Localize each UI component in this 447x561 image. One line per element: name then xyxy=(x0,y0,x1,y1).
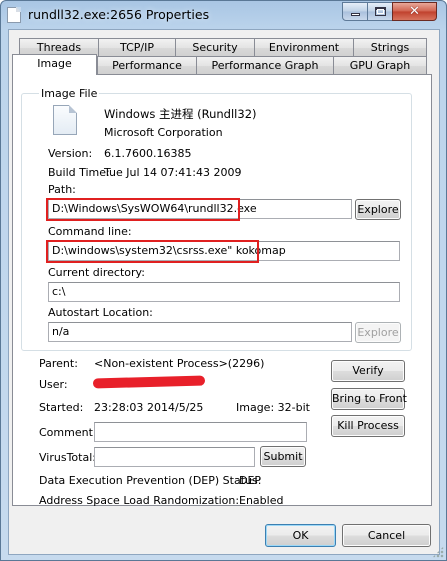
path-highlight xyxy=(46,198,240,221)
tab-performance-graph[interactable]: Performance Graph xyxy=(196,56,334,75)
path-label: Path: xyxy=(48,183,76,196)
tab-security[interactable]: Security xyxy=(175,38,255,57)
close-button[interactable]: ✕ xyxy=(392,2,437,21)
minimize-button[interactable] xyxy=(342,2,368,21)
title-bar[interactable]: rundll32.exe:2656 Properties ✕ xyxy=(1,1,446,29)
dep-status-value: DEP xyxy=(239,474,262,487)
started-time: 23:28:03 xyxy=(94,401,144,414)
app-icon xyxy=(7,7,21,23)
ok-button-label: OK xyxy=(292,529,309,542)
explore-button[interactable]: Explore xyxy=(355,199,401,220)
build-time-value: Tue Jul 14 07:41:43 2009 xyxy=(104,166,242,179)
tab-performance[interactable]: Performance xyxy=(97,56,197,75)
comment-label: Comment: xyxy=(39,426,97,439)
cancel-button[interactable]: Cancel xyxy=(342,524,431,547)
image-bitness: Image: 32-bit xyxy=(236,401,310,414)
maximize-button[interactable] xyxy=(367,2,393,21)
explore-button-label: Explore xyxy=(357,203,399,216)
dep-status-label: Data Execution Prevention (DEP) Status: xyxy=(39,474,262,487)
tab-image[interactable]: Image xyxy=(12,54,97,75)
current-directory-label: Current directory: xyxy=(48,266,145,279)
minimize-icon xyxy=(350,13,360,16)
autostart-location-field[interactable]: n/a xyxy=(48,322,352,342)
aslr-label: Address Space Load Randomization: xyxy=(39,494,240,507)
window-title: rundll32.exe:2656 Properties xyxy=(28,7,210,22)
virustotal-field xyxy=(94,447,255,467)
verify-button-label: Verify xyxy=(352,364,384,377)
image-file-group-label: Image File xyxy=(39,87,100,100)
command-line-label: Command line: xyxy=(48,225,132,238)
verify-button[interactable]: Verify xyxy=(331,360,405,382)
submit-button[interactable]: Submit xyxy=(260,446,306,467)
submit-button-label: Submit xyxy=(263,450,303,463)
close-icon: ✕ xyxy=(409,4,420,19)
cancel-button-label: Cancel xyxy=(367,529,406,542)
tab-environment[interactable]: Environment xyxy=(254,38,354,57)
image-company: Microsoft Corporation xyxy=(104,126,223,139)
maximize-icon xyxy=(374,7,386,16)
ok-button[interactable]: OK xyxy=(265,524,336,547)
tab-strings[interactable]: Strings xyxy=(353,38,427,57)
comment-field[interactable] xyxy=(94,422,307,442)
version-value: 6.1.7600.16385 xyxy=(104,147,192,160)
image-description: Windows 主进程 (Rundll32) xyxy=(104,107,257,121)
started-label: Started: xyxy=(39,401,84,414)
command-line-highlight xyxy=(46,240,259,263)
bring-to-front-button-label: Bring to Front xyxy=(332,392,407,405)
build-time-label: Build Time: xyxy=(48,166,110,179)
current-directory-field[interactable]: c:\ xyxy=(48,282,400,302)
version-label: Version: xyxy=(48,147,93,160)
tab-tcpip[interactable]: TCP/IP xyxy=(98,38,176,57)
autostart-location-label: Autostart Location: xyxy=(48,306,153,319)
bring-to-front-button[interactable]: Bring to Front xyxy=(331,388,407,410)
properties-window: rundll32.exe:2656 Properties ✕ Threads T… xyxy=(0,0,447,561)
aslr-value: Enabled xyxy=(239,494,284,507)
virustotal-label: VirusTotal: xyxy=(39,451,96,464)
user-label: User: xyxy=(39,378,68,391)
parent-value: <Non-existent Process>(2296) xyxy=(94,357,265,370)
explore-autostart-button[interactable]: Explore xyxy=(355,322,401,343)
parent-label: Parent: xyxy=(39,357,78,370)
kill-process-button[interactable]: Kill Process xyxy=(331,415,405,437)
explore-autostart-button-label: Explore xyxy=(357,326,399,339)
started-date: 2014/5/25 xyxy=(147,401,204,414)
file-fold-icon xyxy=(69,105,77,113)
tab-gpu-graph[interactable]: GPU Graph xyxy=(333,56,427,75)
kill-process-button-label: Kill Process xyxy=(337,419,399,432)
